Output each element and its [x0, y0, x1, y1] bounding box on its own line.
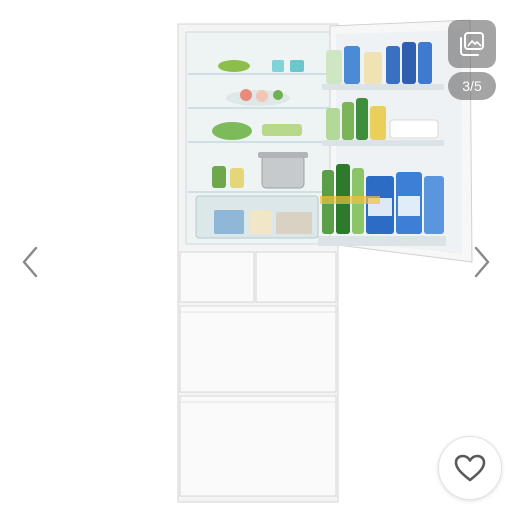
- chevron-left-icon: [22, 246, 38, 278]
- refrigerator: [177, 23, 339, 503]
- chevron-right-icon: [474, 246, 490, 278]
- image-counter: 3/5: [448, 72, 496, 100]
- next-image-button[interactable]: [468, 244, 496, 280]
- gallery-icon: [460, 32, 484, 56]
- favorite-button[interactable]: [438, 436, 502, 500]
- heart-outline-icon: [454, 454, 486, 482]
- product-photo: [177, 19, 473, 503]
- previous-image-button[interactable]: [16, 244, 44, 280]
- gallery-button[interactable]: [448, 20, 496, 68]
- image-viewer: 3/5: [0, 0, 512, 512]
